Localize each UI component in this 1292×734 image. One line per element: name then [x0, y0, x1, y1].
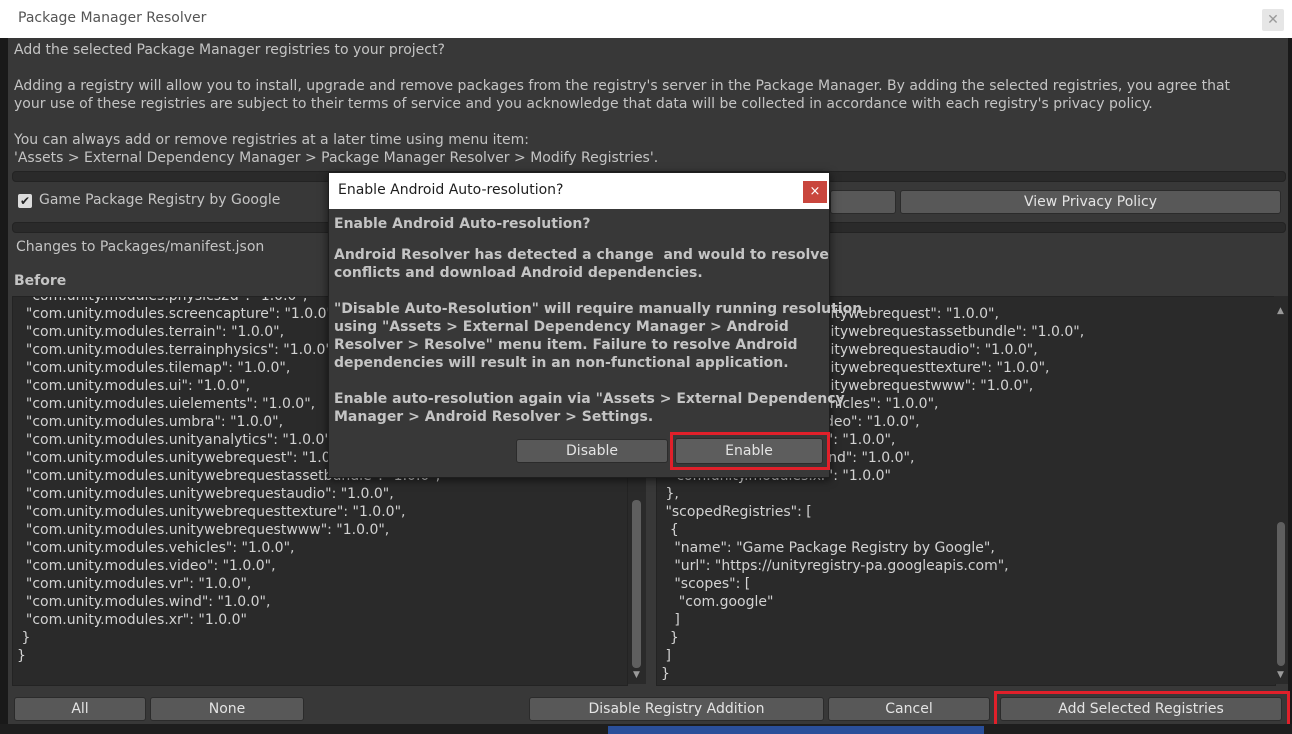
- window-title: Package Manager Resolver: [18, 10, 207, 26]
- code-line: ]: [661, 612, 680, 628]
- after-scrollbar[interactable]: ▲ ▼: [1274, 296, 1288, 684]
- triangle-up-icon[interactable]: ▲: [1277, 306, 1284, 316]
- code-line: "com.unity.modules.unitywebrequestaudio"…: [17, 486, 394, 502]
- intro-paragraph-line: 'Assets > External Dependency Manager > …: [14, 150, 659, 166]
- code-line: },: [661, 486, 679, 502]
- triangle-down-icon[interactable]: ▼: [1277, 670, 1284, 680]
- registry-checkbox[interactable]: ✔: [18, 194, 32, 208]
- code-line: "com.unity.modules.wind": "1.0.0",: [17, 594, 271, 610]
- checkmark-icon: ✔: [19, 194, 31, 208]
- triangle-down-icon[interactable]: ▼: [633, 670, 640, 680]
- code-line: "name": "Game Package Registry by Google…: [661, 540, 995, 556]
- cancel-button[interactable]: Cancel: [828, 697, 990, 721]
- code-line: conflicts and download Android dependenc…: [334, 265, 703, 281]
- code-line: "com.unity.modules.unitywebrequestwww": …: [17, 522, 390, 538]
- code-line: }: [17, 630, 31, 646]
- registry-terms-button[interactable]: [830, 190, 896, 214]
- before-scroll-thumb[interactable]: [632, 500, 641, 668]
- code-line: "com.unity.modules.video": "1.0.0",: [17, 558, 276, 574]
- code-line: Manager > Android Resolver > Settings.: [334, 409, 654, 425]
- code-line: {: [661, 522, 679, 538]
- code-line: "Disable Auto-Resolution" will require m…: [334, 301, 863, 317]
- left-edge: [0, 38, 8, 734]
- code-line: "com.google": [661, 594, 774, 610]
- code-line: using "Assets > External Dependency Mana…: [334, 319, 789, 335]
- intro-paragraph-line: Adding a registry will allow you to inst…: [14, 78, 1231, 94]
- registry-label: Game Package Registry by Google: [39, 192, 281, 208]
- code-line: "com.unity.modules.unitywebrequesttextur…: [17, 504, 406, 520]
- add-selected-registries-button[interactable]: Add Selected Registries: [1000, 697, 1282, 721]
- bottom-edge: [0, 724, 1292, 734]
- code-line: "com.unity.modules.vehicles": "1.0.0",: [17, 540, 295, 556]
- background-window-strip: [608, 726, 984, 734]
- dialog-title: Enable Android Auto-resolution?: [338, 182, 564, 198]
- code-line: ]: [661, 648, 671, 664]
- changes-heading: Changes to Packages/manifest.json: [16, 239, 265, 255]
- code-line: "scopedRegistries": [: [661, 504, 812, 520]
- intro-paragraph-line: You can always add or remove registries …: [14, 132, 529, 148]
- code-line: "url": "https://unityregistry-pa.googlea…: [661, 558, 1009, 574]
- code-line: dependencies will result in an non-funct…: [334, 355, 789, 371]
- code-line: "scopes": [: [661, 576, 751, 592]
- view-privacy-policy-button[interactable]: View Privacy Policy: [900, 190, 1281, 214]
- select-all-button[interactable]: All: [14, 697, 146, 721]
- intro-question: Add the selected Package Manager registr…: [14, 42, 445, 58]
- auto-resolution-dialog: Enable Android Auto-resolution? × Enable…: [328, 172, 862, 478]
- dialog-heading: Enable Android Auto-resolution?: [334, 216, 591, 232]
- dialog-close-button[interactable]: ×: [803, 181, 827, 203]
- intro-paragraph-line: your use of these registries are subject…: [14, 96, 1153, 112]
- window-close-button[interactable]: ✕: [1262, 9, 1284, 31]
- code-line: Android Resolver has detected a change a…: [334, 247, 829, 263]
- code-line: Enable auto-resolution again via "Assets…: [334, 391, 845, 407]
- select-none-button[interactable]: None: [150, 697, 304, 721]
- code-line: "com.unity.modules.xr": "1.0.0": [17, 612, 247, 628]
- after-scroll-thumb[interactable]: [1277, 522, 1285, 666]
- dialog-body: Android Resolver has detected a change a…: [334, 246, 862, 426]
- close-icon: ✕: [1267, 12, 1279, 28]
- close-icon: ×: [809, 184, 821, 199]
- code-line: Resolver > Resolve" menu item. Failure t…: [334, 337, 798, 353]
- code-line: }: [661, 666, 670, 682]
- code-line: "com.unity.modules.vr": "1.0.0",: [17, 576, 252, 592]
- right-edge: [1288, 38, 1292, 734]
- code-line: }: [661, 630, 679, 646]
- before-label: Before: [14, 273, 67, 289]
- disable-registry-addition-button[interactable]: Disable Registry Addition: [529, 697, 824, 721]
- dialog-enable-button[interactable]: Enable: [675, 438, 823, 464]
- dialog-disable-button[interactable]: Disable: [516, 439, 668, 463]
- code-line: }: [17, 648, 26, 664]
